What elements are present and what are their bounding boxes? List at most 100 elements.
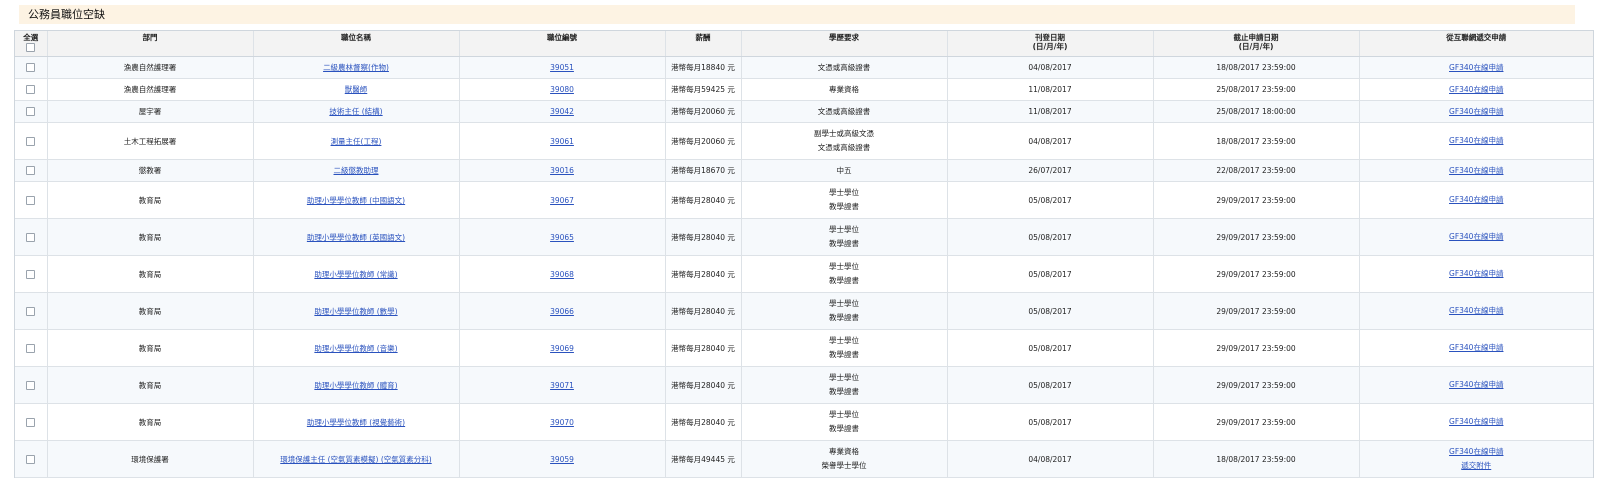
salary-cell: 港幣每月28040 元: [665, 403, 742, 441]
submit-attachment-link[interactable]: 遞交附件: [1461, 461, 1491, 470]
ref-link[interactable]: 39066: [550, 307, 574, 316]
apply-online-link[interactable]: GF340在線申請: [1449, 417, 1503, 426]
row-checkbox[interactable]: [26, 136, 36, 146]
department-cell: 教育局: [47, 366, 254, 404]
row-checkbox[interactable]: [26, 269, 36, 279]
apply-online-link[interactable]: GF340在線申請: [1449, 136, 1503, 145]
publish-date-cell: 05/08/2017: [947, 366, 1154, 404]
salary-cell: 港幣每月28040 元: [665, 329, 742, 367]
row-checkbox[interactable]: [26, 85, 36, 95]
ref-link[interactable]: 39068: [550, 270, 574, 279]
position-cell: 技術主任 (結構): [253, 100, 460, 123]
ref-link[interactable]: 39071: [550, 381, 574, 390]
select-all-checkbox[interactable]: [26, 43, 36, 52]
requirement-item: 文憑或高級證書: [817, 106, 871, 116]
table-row: 漁農自然護理署 二級農林督察(作物) 39051 港幣每月18840 元 文憑或高級證書…: [15, 56, 1593, 79]
ref-cell: 39059: [459, 440, 666, 478]
row-checkbox[interactable]: [26, 63, 36, 73]
requirement-item: 學士學位: [829, 188, 859, 197]
row-checkbox[interactable]: [26, 454, 36, 464]
position-link[interactable]: 助理小學學位教師 (視覺藝術): [307, 418, 405, 427]
position-link[interactable]: 助理小學學位教師 (中國語文): [307, 196, 405, 205]
position-cell: 助理小學學位教師 (數學): [253, 292, 460, 330]
ref-cell: 39051: [459, 56, 666, 79]
salary-cell: 港幣每月28040 元: [665, 255, 742, 293]
header-publish-line1: 刊登日期: [1035, 33, 1065, 42]
apply-online-link[interactable]: GF340在線申請: [1449, 166, 1503, 175]
apply-online-link[interactable]: GF340在線申請: [1449, 306, 1503, 315]
ref-link[interactable]: 39080: [550, 85, 574, 94]
deadline-cell: 18/08/2017 23:59:00: [1153, 440, 1360, 478]
row-checkbox[interactable]: [26, 417, 36, 427]
department-cell: 教育局: [47, 292, 254, 330]
ref-link[interactable]: 39061: [550, 137, 574, 146]
publish-date-cell: 04/08/2017: [947, 440, 1154, 478]
apply-online-link[interactable]: GF340在線申請: [1449, 232, 1503, 241]
department-cell: 屋宇署: [47, 100, 254, 123]
salary-cell: 港幣每月18840 元: [665, 56, 742, 79]
apply-online-link[interactable]: GF340在線申請: [1449, 380, 1503, 389]
row-checkbox[interactable]: [26, 166, 36, 176]
row-select-cell: [15, 329, 48, 367]
row-select-cell: [15, 122, 48, 160]
apply-online-link[interactable]: GF340在線申請: [1449, 107, 1503, 116]
position-link[interactable]: 二級農林督察(作物): [323, 63, 389, 72]
ref-link[interactable]: 39065: [550, 233, 574, 242]
position-link[interactable]: 獸醫師: [345, 85, 368, 94]
row-checkbox[interactable]: [26, 195, 36, 205]
position-link[interactable]: 環境保護主任 (空氣質素模擬) (空氣質素分科): [280, 455, 431, 464]
ref-link[interactable]: 39016: [550, 166, 574, 175]
salary-cell: 港幣每月20060 元: [665, 100, 742, 123]
requirement-cell: 學士學位 教學證書: [741, 255, 948, 293]
position-link[interactable]: 助理小學學位教師 (數學): [314, 307, 397, 316]
salary-cell: 港幣每月28040 元: [665, 181, 742, 219]
department-cell: 土木工程拓展署: [47, 122, 254, 160]
deadline-cell: 29/09/2017 23:59:00: [1153, 292, 1360, 330]
department-cell: 教育局: [47, 255, 254, 293]
apply-online-link[interactable]: GF340在線申請: [1449, 85, 1503, 94]
ref-link[interactable]: 39042: [550, 107, 574, 116]
position-link[interactable]: 二級懲教助理: [334, 166, 379, 175]
apply-online-link[interactable]: GF340在線申請: [1449, 63, 1503, 72]
header-apply: 從互聯網遞交申請: [1359, 31, 1593, 57]
ref-cell: 39067: [459, 181, 666, 219]
requirement-cell: 學士學位 教學證書: [741, 366, 948, 404]
apply-online-link[interactable]: GF340在線申請: [1449, 447, 1503, 456]
position-link[interactable]: 助理小學學位教師 (體育): [314, 381, 397, 390]
row-checkbox[interactable]: [26, 232, 36, 242]
position-link[interactable]: 助理小學學位教師 (音樂): [314, 344, 397, 353]
ref-link[interactable]: 39059: [550, 455, 574, 464]
apply-cell: GF340在線申請: [1359, 255, 1593, 293]
table-body: 漁農自然護理署 二級農林督察(作物) 39051 港幣每月18840 元文憑或高級證書…: [15, 56, 1593, 478]
department-cell: 教育局: [47, 329, 254, 367]
table-row: 教育局 助理小學學位教師 (英國語文) 39065 港幣每月28040 元學士學位 教學…: [15, 218, 1593, 256]
row-checkbox[interactable]: [26, 107, 36, 117]
position-link[interactable]: 助理小學學位教師 (英國語文): [307, 233, 405, 242]
requirement-item: 學士學位: [829, 373, 859, 382]
vacancy-table: 全選 部門 職位名稱 職位編號 薪酬 學歷要求 刊登日期 (日/月/年) 截止申…: [15, 31, 1593, 478]
row-checkbox[interactable]: [26, 343, 36, 353]
apply-online-link[interactable]: GF340在線申請: [1449, 195, 1503, 204]
header-publish-line2: (日/月/年): [1032, 42, 1068, 51]
row-checkbox[interactable]: [26, 306, 36, 316]
ref-link[interactable]: 39051: [550, 63, 574, 72]
apply-online-link[interactable]: GF340在線申請: [1449, 343, 1503, 352]
row-checkbox[interactable]: [26, 380, 36, 390]
position-link[interactable]: 助理小學學位教師 (常識): [314, 270, 397, 279]
position-link[interactable]: 技術主任 (結構): [329, 107, 382, 116]
requirement-item: 文憑或高級證書: [817, 62, 871, 72]
ref-link[interactable]: 39070: [550, 418, 574, 427]
ref-link[interactable]: 39067: [550, 196, 574, 205]
deadline-cell: 29/09/2017 23:59:00: [1153, 255, 1360, 293]
salary-cell: 港幣每月49445 元: [665, 440, 742, 478]
ref-link[interactable]: 39069: [550, 344, 574, 353]
apply-cell: GF340在線申請: [1359, 181, 1593, 219]
ref-cell: 39080: [459, 78, 666, 101]
ref-cell: 39069: [459, 329, 666, 367]
position-link[interactable]: 測量主任(工程): [331, 137, 382, 146]
department-cell: 環境保護署: [47, 440, 254, 478]
row-select-cell: [15, 100, 48, 123]
salary-cell: 港幣每月28040 元: [665, 292, 742, 330]
position-cell: 助理小學學位教師 (常識): [253, 255, 460, 293]
apply-online-link[interactable]: GF340在線申請: [1449, 269, 1503, 278]
